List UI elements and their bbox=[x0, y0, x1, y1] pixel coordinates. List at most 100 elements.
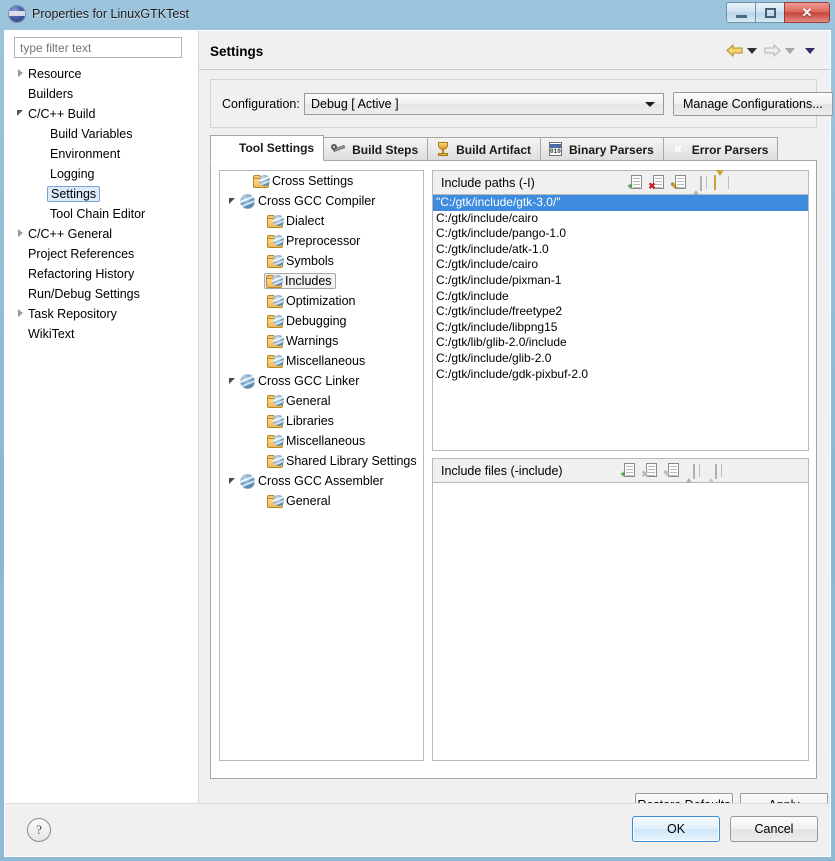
tool-tree-item-warnings[interactable]: Warnings bbox=[220, 331, 423, 351]
delete-icon[interactable]: ✖ bbox=[648, 174, 664, 191]
sidebar-item-refactoring-history[interactable]: Refactoring History bbox=[5, 264, 198, 284]
tool-settings-icon bbox=[218, 141, 234, 156]
tool-tree-item-content: Miscellaneous bbox=[266, 434, 365, 448]
folder-icon bbox=[266, 354, 284, 368]
window-titlebar[interactable]: Properties for LinuxGTKTest ✕ bbox=[0, 0, 835, 30]
sidebar-item-resource[interactable]: Resource bbox=[5, 64, 198, 84]
cancel-button[interactable]: Cancel bbox=[730, 816, 818, 842]
tool-tree[interactable]: Cross Settings Cross GCC Compiler Dialect P… bbox=[219, 170, 424, 761]
ok-button[interactable]: OK bbox=[632, 816, 720, 842]
sidebar-item-run-debug-settings[interactable]: Run/Debug Settings bbox=[5, 284, 198, 304]
edit-icon: ✎ bbox=[663, 462, 679, 479]
tool-tree-item-label: Cross GCC Linker bbox=[258, 374, 360, 388]
include-path-row[interactable]: C:/gtk/include/pango-1.0 bbox=[433, 226, 808, 242]
include-files-toolbar: + ✖ ✎ bbox=[619, 462, 808, 484]
folder-icon bbox=[266, 494, 284, 508]
sidebar-item-logging[interactable]: Logging bbox=[5, 164, 198, 184]
chevron-right-icon[interactable] bbox=[13, 69, 27, 79]
back-arrow-icon[interactable] bbox=[726, 43, 743, 58]
tool-tree-item-general[interactable]: General bbox=[220, 391, 423, 411]
tab-binary-parsers[interactable]: 010 Binary Parsers bbox=[540, 137, 664, 161]
chevron-down-icon[interactable] bbox=[226, 378, 238, 384]
add-icon[interactable]: + bbox=[619, 462, 635, 479]
tool-icon bbox=[238, 193, 256, 209]
tab-build-steps[interactable]: Build Steps bbox=[323, 137, 429, 161]
chevron-right-icon[interactable] bbox=[13, 229, 27, 239]
include-path-row[interactable]: C:/gtk/lib/glib-2.0/include bbox=[433, 335, 808, 351]
sidebar-item-label: Tool Chain Editor bbox=[50, 207, 146, 221]
window-title: Properties for LinuxGTKTest bbox=[32, 7, 190, 21]
tool-tree-item-dialect[interactable]: Dialect bbox=[220, 211, 423, 231]
chevron-right-icon[interactable] bbox=[13, 309, 27, 319]
sidebar-item-label: Run/Debug Settings bbox=[28, 287, 140, 301]
include-path-row[interactable]: C:/gtk/include/glib-2.0 bbox=[433, 351, 808, 367]
tool-tree-item-optimization[interactable]: Optimization bbox=[220, 291, 423, 311]
sidebar-item-tool-chain-editor[interactable]: Tool Chain Editor bbox=[5, 204, 198, 224]
tool-tree-item-cross-settings[interactable]: Cross Settings bbox=[220, 171, 423, 191]
sidebar-item-environment[interactable]: Environment bbox=[5, 144, 198, 164]
tool-tree-item-miscellaneous[interactable]: Miscellaneous bbox=[220, 431, 423, 451]
filter-input[interactable] bbox=[14, 37, 182, 58]
sidebar-item-c-c-build[interactable]: C/C++ Build bbox=[5, 104, 198, 124]
edit-icon[interactable]: ✎ bbox=[670, 174, 686, 191]
include-path-row[interactable]: "C:/gtk/include/gtk-3.0/" bbox=[433, 195, 808, 211]
configuration-combo[interactable]: Debug [ Active ] bbox=[304, 93, 664, 115]
tab-label: Tool Settings bbox=[239, 141, 315, 155]
close-button[interactable]: ✕ bbox=[784, 2, 830, 23]
sidebar-item-label: Refactoring History bbox=[28, 267, 135, 281]
tab-error-parsers[interactable]: Error Parsers bbox=[662, 137, 779, 161]
sidebar-item-builders[interactable]: Builders bbox=[5, 84, 198, 104]
sidebar-item-settings[interactable]: Settings bbox=[5, 184, 198, 204]
chevron-down-icon[interactable] bbox=[226, 478, 238, 484]
chevron-down-icon[interactable] bbox=[226, 198, 238, 204]
manage-configurations-button[interactable]: Manage Configurations... bbox=[673, 92, 833, 116]
tool-tree-item-content: Cross GCC Assembler bbox=[238, 473, 384, 489]
tool-tree-item-content: Cross GCC Compiler bbox=[238, 193, 375, 209]
tool-tree-item-cross-gcc-compiler[interactable]: Cross GCC Compiler bbox=[220, 191, 423, 211]
maximize-button[interactable] bbox=[755, 2, 784, 23]
include-path-row[interactable]: C:/gtk/include bbox=[433, 289, 808, 305]
tool-icon bbox=[238, 473, 256, 489]
tool-tree-item-content: Warnings bbox=[266, 334, 338, 348]
include-path-row[interactable]: C:/gtk/include/cairo bbox=[433, 211, 808, 227]
include-path-row[interactable]: C:/gtk/include/cairo bbox=[433, 257, 808, 273]
configuration-label: Configuration: bbox=[222, 97, 300, 111]
tool-tree-item-content: Dialect bbox=[266, 214, 324, 228]
sidebar-item-build-variables[interactable]: Build Variables bbox=[5, 124, 198, 144]
tool-tree-item-libraries[interactable]: Libraries bbox=[220, 411, 423, 431]
include-path-row[interactable]: C:/gtk/include/atk-1.0 bbox=[433, 242, 808, 258]
sidebar-item-task-repository[interactable]: Task Repository bbox=[5, 304, 198, 324]
sidebar-item-project-references[interactable]: Project References bbox=[5, 244, 198, 264]
include-files-panel: Include files (-include) + ✖ ✎ bbox=[432, 458, 809, 761]
tool-tree-item-symbols[interactable]: Symbols bbox=[220, 251, 423, 271]
move-up-icon bbox=[692, 175, 708, 196]
include-path-row[interactable]: C:/gtk/include/libpng15 bbox=[433, 320, 808, 336]
sidebar-item-wikitext[interactable]: WikiText bbox=[5, 324, 198, 344]
include-path-row[interactable]: C:/gtk/include/gdk-pixbuf-2.0 bbox=[433, 367, 808, 383]
include-files-header: Include files (-include) + ✖ ✎ bbox=[433, 459, 808, 484]
include-path-row[interactable]: C:/gtk/include/pixman-1 bbox=[433, 273, 808, 289]
tool-tree-item-cross-gcc-assembler[interactable]: Cross GCC Assembler bbox=[220, 471, 423, 491]
include-paths-list[interactable]: "C:/gtk/include/gtk-3.0/" C:/gtk/include/… bbox=[433, 195, 808, 450]
tool-tree-item-preprocessor[interactable]: Preprocessor bbox=[220, 231, 423, 251]
move-down-icon[interactable] bbox=[714, 169, 730, 191]
page-menu-chevron-down-icon[interactable] bbox=[805, 47, 815, 54]
include-files-list[interactable] bbox=[433, 483, 808, 760]
sidebar-item-c-c-general[interactable]: C/C++ General bbox=[5, 224, 198, 244]
tool-tree-item-debugging[interactable]: Debugging bbox=[220, 311, 423, 331]
tab-build-artifact[interactable]: Build Artifact bbox=[427, 137, 542, 161]
help-icon[interactable]: ? bbox=[27, 818, 51, 842]
tool-tree-item-label: Debugging bbox=[286, 314, 347, 328]
tab-tool-settings[interactable]: Tool Settings bbox=[210, 135, 325, 161]
tool-tree-item-shared-library-settings[interactable]: Shared Library Settings bbox=[220, 451, 423, 471]
chevron-down-icon[interactable] bbox=[13, 110, 27, 118]
include-path-row[interactable]: C:/gtk/include/freetype2 bbox=[433, 304, 808, 320]
tool-tree-item-includes[interactable]: Includes bbox=[220, 271, 423, 291]
tool-tree-item-miscellaneous[interactable]: Miscellaneous bbox=[220, 351, 423, 371]
back-history-chevron-down-icon[interactable] bbox=[747, 47, 757, 54]
minimize-button[interactable] bbox=[726, 2, 755, 23]
add-icon[interactable]: + bbox=[626, 174, 642, 191]
tool-tree-item-cross-gcc-linker[interactable]: Cross GCC Linker bbox=[220, 371, 423, 391]
tool-tree-item-general[interactable]: General bbox=[220, 491, 423, 511]
titlebar-left: Properties for LinuxGTKTest bbox=[9, 6, 189, 22]
